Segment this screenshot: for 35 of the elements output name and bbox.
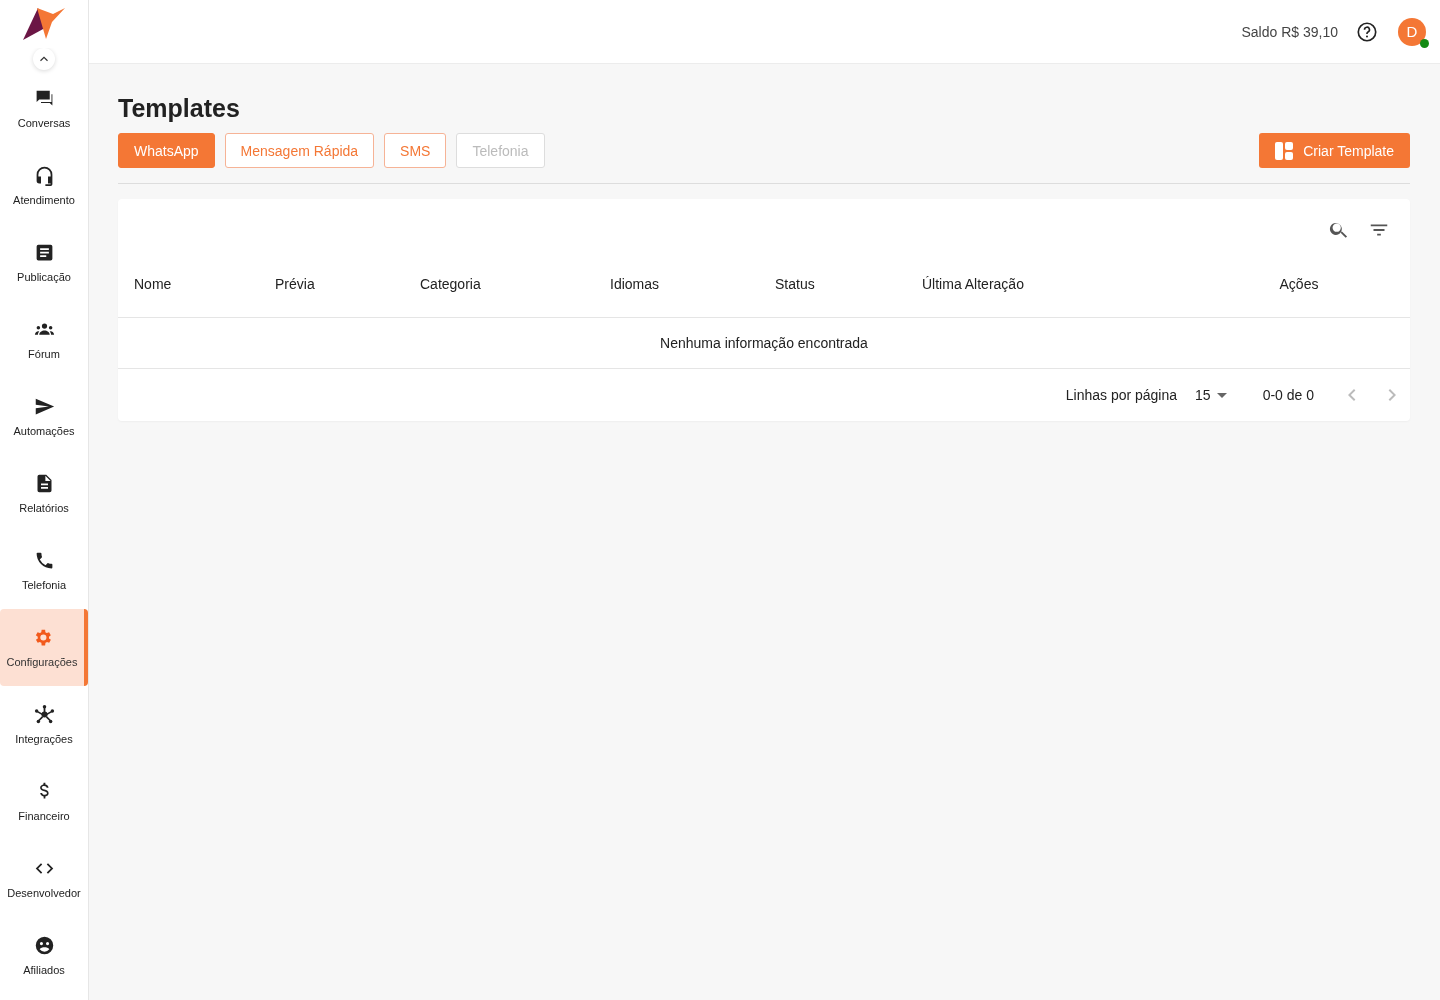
sidebar-item[interactable]: Atendimento bbox=[0, 147, 88, 224]
sidebar-item[interactable]: Relatórios bbox=[0, 455, 88, 532]
sidebar-item[interactable]: Financeiro bbox=[0, 763, 88, 840]
send-icon bbox=[33, 396, 55, 417]
balance-text: Saldo R$ 39,10 bbox=[1241, 23, 1338, 40]
empty-message: Nenhuma informação encontrada bbox=[660, 335, 868, 351]
sidebar-item[interactable]: Desenvolvedor bbox=[0, 840, 88, 917]
page-range: 0-0 de 0 bbox=[1262, 387, 1314, 403]
sidebar-item[interactable]: Telefonia bbox=[0, 532, 88, 609]
chevron-left-icon bbox=[1348, 389, 1356, 401]
network-icon bbox=[33, 704, 55, 725]
logo bbox=[21, 6, 67, 42]
column-header: Nome bbox=[134, 276, 173, 292]
face-icon bbox=[33, 935, 55, 956]
help-icon[interactable] bbox=[1356, 20, 1378, 43]
sidebar-item[interactable]: Conversas bbox=[0, 70, 88, 147]
column-header: Idiomas bbox=[610, 276, 661, 292]
layout-icon bbox=[1275, 141, 1294, 160]
dropdown-arrow-icon bbox=[1216, 392, 1227, 398]
column-header: Categoria bbox=[420, 276, 482, 292]
sidebar-item[interactable]: Integrações bbox=[0, 686, 88, 763]
column-header: Prévia bbox=[275, 276, 316, 292]
column-header: Status bbox=[775, 276, 816, 292]
page-title: Templates bbox=[118, 94, 241, 123]
rows-per-page-label: Linhas por página bbox=[1065, 387, 1178, 403]
rows-per-page-select[interactable]: 15 bbox=[1195, 387, 1227, 403]
sidebar-item[interactable]: Publicação bbox=[0, 224, 88, 301]
sidebar-item[interactable]: Configurações bbox=[0, 609, 88, 686]
column-header: Última Alteração bbox=[922, 276, 1025, 292]
chevron-right-icon bbox=[1388, 389, 1396, 401]
scroll-up-button[interactable] bbox=[33, 48, 55, 70]
column-header: Ações bbox=[1279, 276, 1319, 292]
sidebar-item[interactable]: Afiliados bbox=[0, 917, 88, 994]
sidebar-item[interactable]: Fórum bbox=[0, 301, 88, 378]
sidebar-item[interactable]: Automações bbox=[0, 378, 88, 455]
